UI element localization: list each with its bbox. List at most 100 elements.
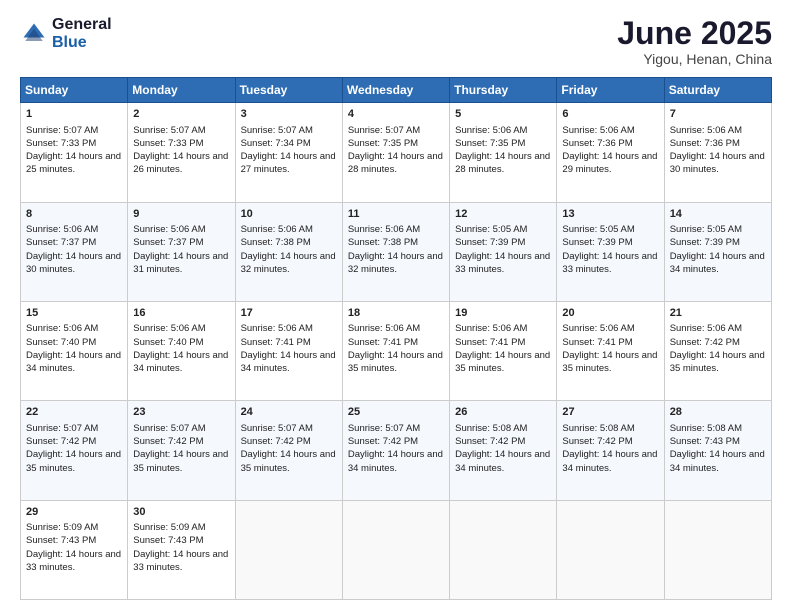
day-number: 23 [133, 405, 229, 420]
daylight-text: Daylight: 14 hours and 35 minutes. [348, 350, 443, 374]
day-4: 4 Sunrise: 5:07 AM Sunset: 7:35 PM Dayli… [342, 103, 449, 202]
sunrise-text: Sunrise: 5:07 AM [348, 125, 420, 136]
sunset-text: Sunset: 7:41 PM [562, 337, 632, 348]
header-wednesday: Wednesday [342, 78, 449, 103]
day-number: 30 [133, 505, 229, 520]
sunset-text: Sunset: 7:37 PM [26, 237, 96, 248]
sunrise-text: Sunrise: 5:06 AM [26, 323, 98, 334]
empty-cell [450, 500, 557, 599]
daylight-text: Daylight: 14 hours and 34 minutes. [348, 449, 443, 473]
header-monday: Monday [128, 78, 235, 103]
day-number: 28 [670, 405, 766, 420]
day-30: 30 Sunrise: 5:09 AM Sunset: 7:43 PM Dayl… [128, 500, 235, 599]
day-number: 11 [348, 207, 444, 222]
sunset-text: Sunset: 7:39 PM [670, 237, 740, 248]
daylight-text: Daylight: 14 hours and 32 minutes. [348, 251, 443, 275]
daylight-text: Daylight: 14 hours and 34 minutes. [455, 449, 550, 473]
sunset-text: Sunset: 7:36 PM [670, 138, 740, 149]
day-19: 19 Sunrise: 5:06 AM Sunset: 7:41 PM Dayl… [450, 301, 557, 400]
day-13: 13 Sunrise: 5:05 AM Sunset: 7:39 PM Dayl… [557, 202, 664, 301]
day-number: 16 [133, 306, 229, 321]
main-title: June 2025 [617, 16, 772, 51]
empty-cell [664, 500, 771, 599]
daylight-text: Daylight: 14 hours and 33 minutes. [562, 251, 657, 275]
header-friday: Friday [557, 78, 664, 103]
sunrise-text: Sunrise: 5:08 AM [562, 423, 634, 434]
day-12: 12 Sunrise: 5:05 AM Sunset: 7:39 PM Dayl… [450, 202, 557, 301]
day-28: 28 Sunrise: 5:08 AM Sunset: 7:43 PM Dayl… [664, 401, 771, 500]
daylight-text: Daylight: 14 hours and 29 minutes. [562, 151, 657, 175]
day-number: 10 [241, 207, 337, 222]
daylight-text: Daylight: 14 hours and 34 minutes. [562, 449, 657, 473]
day-number: 6 [562, 107, 658, 122]
day-23: 23 Sunrise: 5:07 AM Sunset: 7:42 PM Dayl… [128, 401, 235, 500]
sunrise-text: Sunrise: 5:06 AM [133, 224, 205, 235]
day-number: 22 [26, 405, 122, 420]
daylight-text: Daylight: 14 hours and 30 minutes. [670, 151, 765, 175]
sunset-text: Sunset: 7:42 PM [348, 436, 418, 447]
day-9: 9 Sunrise: 5:06 AM Sunset: 7:37 PM Dayli… [128, 202, 235, 301]
day-number: 13 [562, 207, 658, 222]
sunrise-text: Sunrise: 5:06 AM [241, 224, 313, 235]
sunrise-text: Sunrise: 5:08 AM [455, 423, 527, 434]
week-row-1: 1 Sunrise: 5:07 AM Sunset: 7:33 PM Dayli… [21, 103, 772, 202]
sunrise-text: Sunrise: 5:07 AM [241, 423, 313, 434]
day-8: 8 Sunrise: 5:06 AM Sunset: 7:37 PM Dayli… [21, 202, 128, 301]
header-saturday: Saturday [664, 78, 771, 103]
day-17: 17 Sunrise: 5:06 AM Sunset: 7:41 PM Dayl… [235, 301, 342, 400]
week-row-4: 22 Sunrise: 5:07 AM Sunset: 7:42 PM Dayl… [21, 401, 772, 500]
sunset-text: Sunset: 7:36 PM [562, 138, 632, 149]
sunrise-text: Sunrise: 5:05 AM [455, 224, 527, 235]
day-number: 12 [455, 207, 551, 222]
day-number: 26 [455, 405, 551, 420]
day-number: 3 [241, 107, 337, 122]
daylight-text: Daylight: 14 hours and 34 minutes. [241, 350, 336, 374]
page: General Blue June 2025 Yigou, Henan, Chi… [0, 0, 792, 612]
sunrise-text: Sunrise: 5:06 AM [348, 224, 420, 235]
sunrise-text: Sunrise: 5:06 AM [455, 323, 527, 334]
daylight-text: Daylight: 14 hours and 35 minutes. [670, 350, 765, 374]
day-7: 7 Sunrise: 5:06 AM Sunset: 7:36 PM Dayli… [664, 103, 771, 202]
day-number: 5 [455, 107, 551, 122]
sunrise-text: Sunrise: 5:06 AM [348, 323, 420, 334]
day-27: 27 Sunrise: 5:08 AM Sunset: 7:42 PM Dayl… [557, 401, 664, 500]
day-number: 4 [348, 107, 444, 122]
sunrise-text: Sunrise: 5:07 AM [26, 423, 98, 434]
daylight-text: Daylight: 14 hours and 33 minutes. [26, 549, 121, 573]
day-14: 14 Sunrise: 5:05 AM Sunset: 7:39 PM Dayl… [664, 202, 771, 301]
sunset-text: Sunset: 7:42 PM [455, 436, 525, 447]
day-11: 11 Sunrise: 5:06 AM Sunset: 7:38 PM Dayl… [342, 202, 449, 301]
week-row-2: 8 Sunrise: 5:06 AM Sunset: 7:37 PM Dayli… [21, 202, 772, 301]
day-29: 29 Sunrise: 5:09 AM Sunset: 7:43 PM Dayl… [21, 500, 128, 599]
sunset-text: Sunset: 7:43 PM [26, 535, 96, 546]
day-6: 6 Sunrise: 5:06 AM Sunset: 7:36 PM Dayli… [557, 103, 664, 202]
sunrise-text: Sunrise: 5:06 AM [562, 125, 634, 136]
day-16: 16 Sunrise: 5:06 AM Sunset: 7:40 PM Dayl… [128, 301, 235, 400]
day-5: 5 Sunrise: 5:06 AM Sunset: 7:35 PM Dayli… [450, 103, 557, 202]
empty-cell [342, 500, 449, 599]
sunset-text: Sunset: 7:37 PM [133, 237, 203, 248]
sunset-text: Sunset: 7:41 PM [348, 337, 418, 348]
header-thursday: Thursday [450, 78, 557, 103]
day-22: 22 Sunrise: 5:07 AM Sunset: 7:42 PM Dayl… [21, 401, 128, 500]
empty-cell [235, 500, 342, 599]
week-row-5: 29 Sunrise: 5:09 AM Sunset: 7:43 PM Dayl… [21, 500, 772, 599]
sunset-text: Sunset: 7:42 PM [26, 436, 96, 447]
day-number: 7 [670, 107, 766, 122]
sunrise-text: Sunrise: 5:05 AM [670, 224, 742, 235]
daylight-text: Daylight: 14 hours and 35 minutes. [455, 350, 550, 374]
day-15: 15 Sunrise: 5:06 AM Sunset: 7:40 PM Dayl… [21, 301, 128, 400]
day-number: 27 [562, 405, 658, 420]
day-18: 18 Sunrise: 5:06 AM Sunset: 7:41 PM Dayl… [342, 301, 449, 400]
daylight-text: Daylight: 14 hours and 34 minutes. [133, 350, 228, 374]
logo-general-text: General [52, 16, 112, 34]
daylight-text: Daylight: 14 hours and 34 minutes. [670, 449, 765, 473]
day-number: 17 [241, 306, 337, 321]
day-number: 1 [26, 107, 122, 122]
sunrise-text: Sunrise: 5:07 AM [26, 125, 98, 136]
sunrise-text: Sunrise: 5:07 AM [348, 423, 420, 434]
day-number: 15 [26, 306, 122, 321]
daylight-text: Daylight: 14 hours and 35 minutes. [562, 350, 657, 374]
sunset-text: Sunset: 7:43 PM [670, 436, 740, 447]
daylight-text: Daylight: 14 hours and 25 minutes. [26, 151, 121, 175]
